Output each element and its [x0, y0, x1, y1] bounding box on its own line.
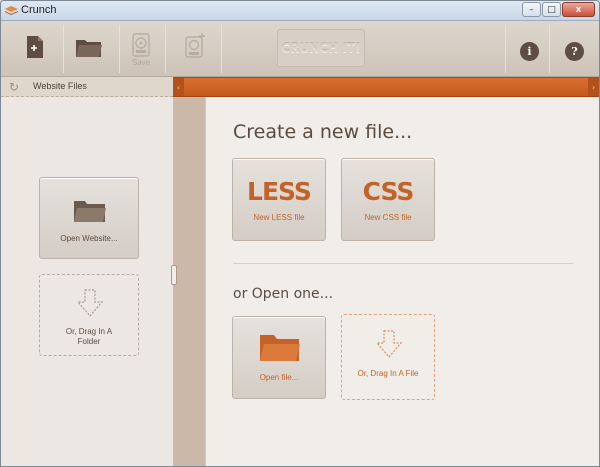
app-window: Crunch – □ x Save CRUNCH IT! i ? ↻ Websi…	[0, 0, 600, 467]
splitter-handle[interactable]	[171, 265, 177, 285]
folder-open-icon	[260, 335, 300, 361]
drag-folder-label: Or, Drag In A Folder	[65, 327, 113, 346]
folder-icon	[74, 201, 106, 222]
tab-strip: ↻ Website Files ‹ ›	[1, 77, 599, 97]
save-label: Save	[131, 58, 151, 67]
window-controls: – □ x	[522, 2, 595, 17]
title-bar: Crunch – □ x	[1, 1, 599, 21]
save-button[interactable]: Save	[131, 27, 151, 73]
new-less-button[interactable]: LESS New LESS file	[232, 158, 326, 241]
window-title: Crunch	[21, 4, 57, 16]
file-tabs-bar: ‹ ›	[173, 77, 599, 97]
open-file-button[interactable]: Open file...	[232, 316, 326, 399]
drag-file-label: Or, Drag In A File	[357, 369, 419, 378]
less-title: LESS	[247, 177, 312, 206]
splitter-gutter	[173, 97, 205, 466]
open-button[interactable]	[75, 27, 103, 73]
drag-arrow-icon	[76, 289, 104, 317]
section-divider	[233, 263, 573, 264]
refresh-icon[interactable]: ↻	[9, 80, 19, 94]
scroll-left-icon[interactable]: ‹	[173, 78, 184, 96]
website-files-tab[interactable]: ↻ Website Files	[1, 77, 173, 97]
maximize-button[interactable]: □	[542, 2, 561, 17]
drag-file-dropzone[interactable]: Or, Drag In A File	[341, 314, 435, 400]
minimize-button[interactable]: –	[522, 2, 541, 17]
save-all-button[interactable]	[183, 27, 207, 73]
css-title: CSS	[362, 177, 415, 206]
sidebar: Open Website... Or, Drag In A Folder	[1, 97, 173, 466]
website-files-label: Website Files	[33, 81, 87, 91]
save-all-icon	[185, 33, 205, 58]
info-button[interactable]: i	[520, 42, 539, 61]
help-button[interactable]: ?	[565, 42, 584, 61]
new-less-label: New LESS file	[253, 213, 305, 222]
new-file-icon	[27, 36, 43, 58]
new-css-label: New CSS file	[364, 213, 412, 222]
new-css-button[interactable]: CSS New CSS file	[341, 158, 435, 241]
scroll-right-icon[interactable]: ›	[588, 78, 599, 96]
open-website-label: Open Website...	[60, 234, 118, 243]
open-website-button[interactable]: Open Website...	[39, 177, 139, 259]
crunch-it-button[interactable]: CRUNCH IT!	[277, 29, 365, 67]
save-icon	[132, 33, 150, 57]
main-panel	[205, 97, 599, 466]
close-button[interactable]: x	[562, 2, 595, 17]
new-file-button[interactable]	[25, 27, 45, 73]
app-logo-icon	[5, 6, 18, 15]
folder-open-icon	[76, 40, 102, 57]
open-heading: or Open one...	[233, 286, 334, 302]
toolbar: Save CRUNCH IT! i ?	[1, 21, 599, 77]
drag-arrow-icon	[375, 330, 403, 358]
drag-folder-dropzone[interactable]: Or, Drag In A Folder	[39, 274, 139, 356]
create-heading: Create a new file...	[233, 121, 413, 143]
open-file-label: Open file...	[259, 373, 299, 382]
